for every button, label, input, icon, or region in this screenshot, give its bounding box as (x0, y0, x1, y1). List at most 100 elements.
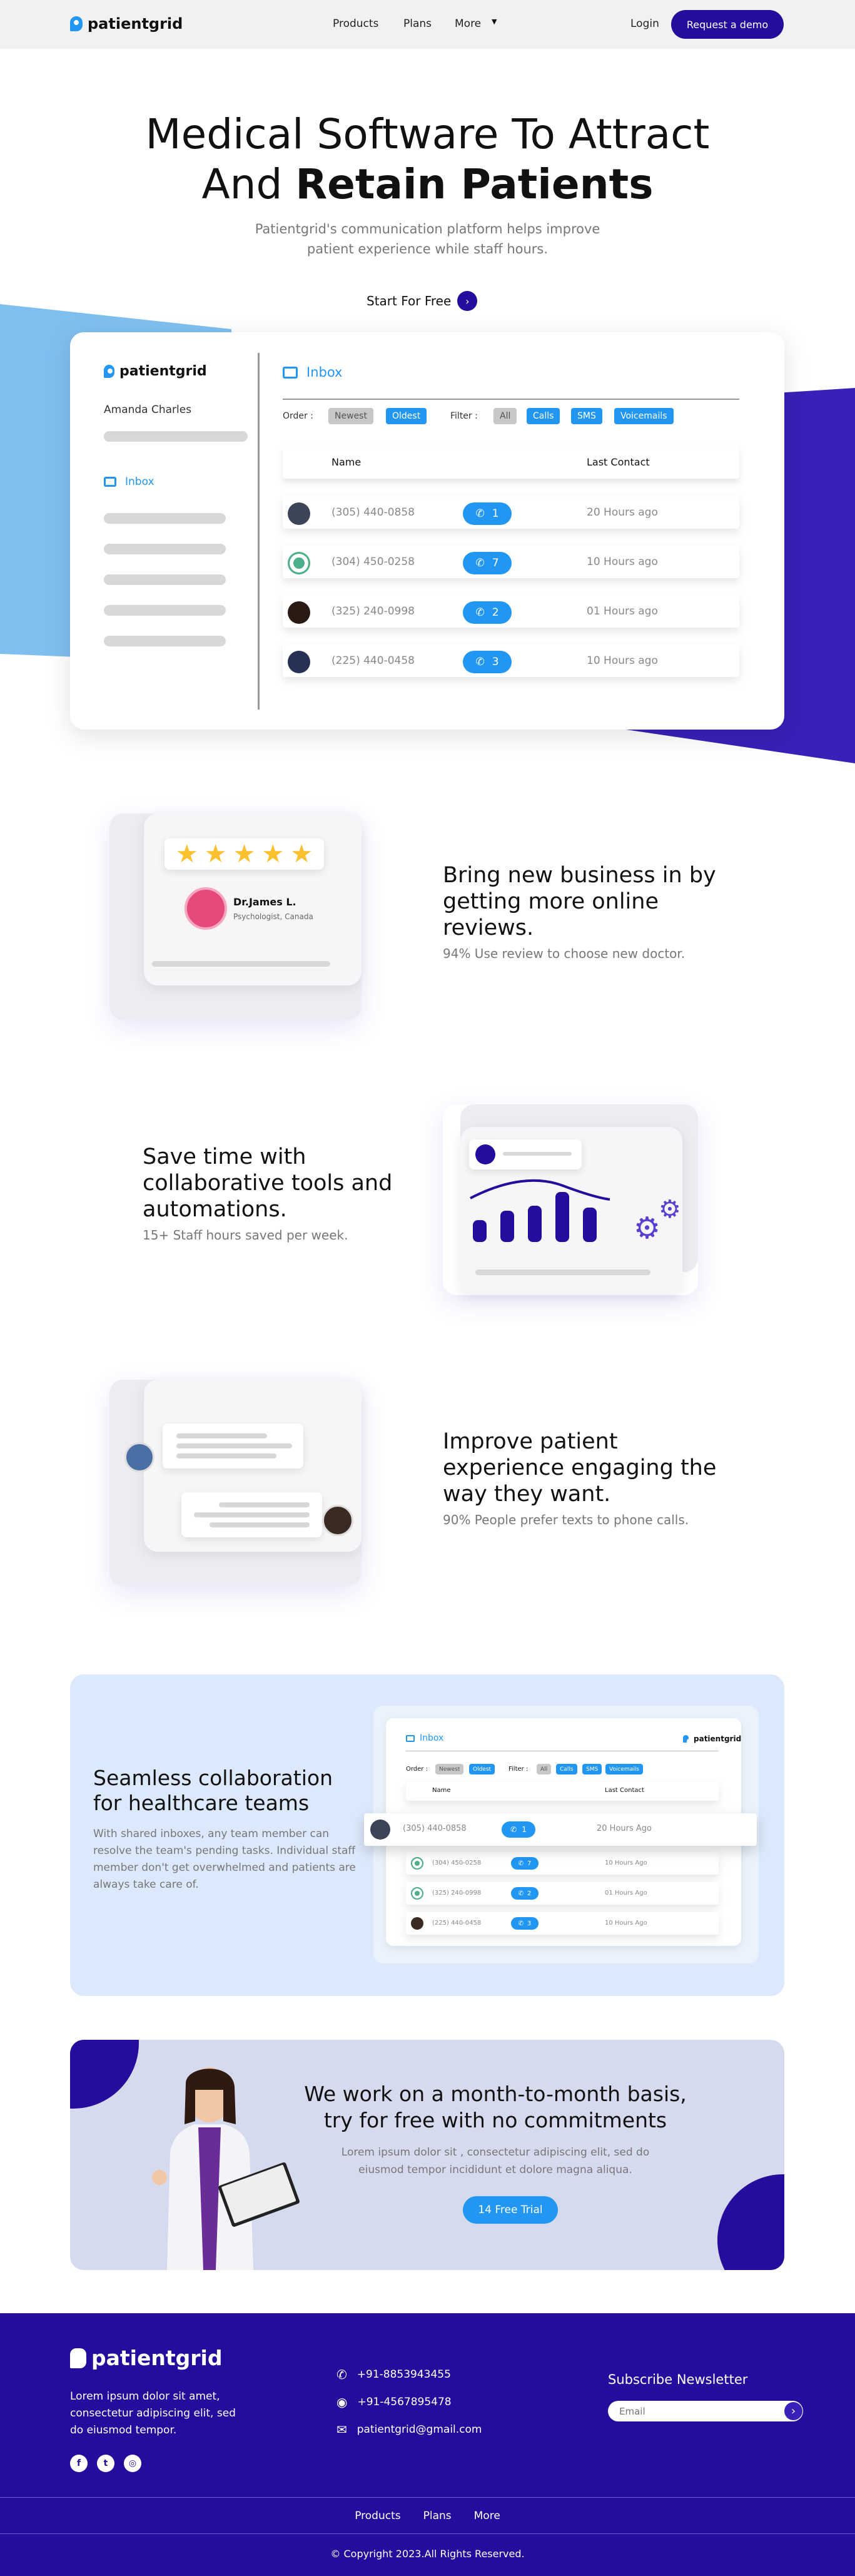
placeholder-bar (104, 513, 226, 524)
footer-divider (0, 2533, 855, 2534)
mini-filter-sms[interactable]: SMS (582, 1764, 602, 1774)
footer-email-text: patientgrid@gmail.com (357, 2423, 482, 2436)
table-row[interactable]: (305) 440-0858 ✆ 1 20 Hours ago (283, 496, 739, 529)
sidebar-item-inbox[interactable]: Inbox (104, 476, 154, 488)
gear-icon: ⚙ (634, 1211, 661, 1246)
login-link[interactable]: Login (630, 18, 659, 30)
mini-table-row[interactable]: (325) 240-0998 ✆ 2 01 Hours Ago (406, 1882, 719, 1905)
whatsapp-icon: ◉ (336, 2395, 348, 2410)
footer-link-more[interactable]: More (474, 2510, 500, 2522)
table-row[interactable]: (325) 240-0998 ✆ 2 01 Hours ago (283, 595, 739, 628)
footer-brand-logo[interactable]: patientgrid (70, 2346, 222, 2370)
top-nav: patientgrid Products Plans More ▼ Login … (0, 0, 855, 49)
call-count-pill[interactable]: ✆ 2 (463, 601, 512, 624)
nav-products[interactable]: Products (333, 18, 378, 30)
row-phone: (225) 440-0458 (331, 654, 415, 667)
filter-sms-chip[interactable]: SMS (571, 408, 602, 424)
hero-subtitle-line1: Patientgrid's communication platform hel… (255, 221, 600, 237)
free-trial-button[interactable]: 14 Free Trial (463, 2196, 558, 2224)
row-last-contact: 10 Hours ago (587, 556, 658, 568)
footer-whatsapp-text: +91-4567895478 (357, 2396, 452, 2408)
table-row[interactable]: (225) 440-0458 ✆ 3 10 Hours ago (283, 644, 739, 677)
footer-tagline-line3: do eiusmod tempor. (70, 2424, 177, 2436)
row-last-contact: 20 Hours ago (587, 506, 658, 519)
doctor-avatar (322, 1505, 353, 1536)
placeholder-bar (176, 1453, 276, 1459)
filter-calls-chip[interactable]: Calls (527, 408, 560, 424)
star-icon: ★ (233, 840, 256, 868)
order-oldest-chip[interactable]: Oldest (386, 408, 427, 424)
mini-call-pill[interactable]: ✆ 3 (511, 1917, 539, 1930)
feature-subtitle: 15+ Staff hours saved per week. (143, 1228, 348, 1243)
purple-dot (475, 1144, 495, 1164)
mini-order-newest[interactable]: Newest (435, 1764, 464, 1774)
footer-tagline: Lorem ipsum dolor sit amet, consectetur … (70, 2388, 236, 2439)
mail-icon: ✉ (336, 2422, 347, 2437)
logo-icon (70, 16, 83, 31)
footer-phone[interactable]: ✆ +91-8853943455 (336, 2367, 451, 2382)
call-count-pill[interactable]: ✆ 3 (463, 651, 512, 673)
footer-link-plans[interactable]: Plans (423, 2510, 452, 2522)
highlighted-table-row[interactable]: (305) 440-0858 ✆ 1 20 Hours Ago (364, 1813, 757, 1846)
brand-logo[interactable]: patientgrid (70, 15, 183, 33)
nav-plans[interactable]: Plans (403, 18, 432, 30)
footer-link-products[interactable]: Products (355, 2510, 400, 2522)
pricing-title: We work on a month-to-month basis, try f… (276, 2081, 714, 2134)
star-icon: ★ (261, 840, 285, 868)
call-count-pill[interactable]: ✆ 7 (463, 552, 512, 574)
highlight-row-last: 20 Hours Ago (597, 1824, 652, 1833)
avatar (411, 1857, 423, 1870)
placeholder-bar (219, 1502, 310, 1507)
newsletter-email-input[interactable] (619, 2403, 769, 2419)
app-preview-card: patientgrid Amanda Charles Inbox Inbox O… (70, 332, 784, 730)
chevron-down-icon[interactable]: ▼ (492, 18, 497, 26)
mini-row-last: 10 Hours Ago (605, 1860, 647, 1866)
instagram-icon[interactable]: ◎ (124, 2455, 141, 2472)
mini-order-oldest[interactable]: Oldest (469, 1764, 495, 1774)
collaboration-section: Seamless collaboration for healthcare te… (70, 1674, 784, 1996)
mini-row-phone: (225) 440-0458 (432, 1920, 482, 1927)
hero-title-line2-a: And (201, 160, 296, 208)
footer-email[interactable]: ✉ patientgrid@gmail.com (336, 2422, 482, 2437)
mini-call-pill[interactable]: ✆ 2 (511, 1887, 539, 1900)
gear-icon: ⚙ (659, 1195, 681, 1224)
avatar (370, 1820, 390, 1840)
facebook-icon[interactable]: f (70, 2455, 88, 2472)
mini-filter-calls[interactable]: Calls (556, 1764, 577, 1774)
doctor-role: Psychologist, Canada (233, 912, 313, 921)
highlight-call-pill[interactable]: ✆ 1 (502, 1821, 535, 1838)
logo-icon (104, 365, 114, 378)
order-newest-chip[interactable]: Newest (328, 408, 373, 424)
mini-filter-all[interactable]: All (537, 1764, 552, 1774)
filter-voicemails-chip[interactable]: Voicemails (614, 408, 674, 424)
mini-filter-voicemails[interactable]: Voicemails (605, 1764, 643, 1774)
mini-row-last: 01 Hours Ago (605, 1890, 647, 1896)
phone-icon: ✆ (518, 1920, 524, 1927)
request-demo-button[interactable]: Request a demo (671, 10, 784, 39)
placeholder-bar (104, 431, 248, 442)
newsletter-form: › (608, 2401, 803, 2421)
mini-brand-logo: patientgrid (683, 1734, 741, 1744)
nav-more[interactable]: More (455, 18, 481, 30)
table-row[interactable]: (304) 450-0258 ✆ 7 10 Hours ago (283, 546, 739, 578)
subscribe-arrow-button[interactable]: › (784, 2402, 802, 2420)
highlight-call-count: 1 (522, 1825, 527, 1834)
pricing-title-line1: We work on a month-to-month basis, (304, 2082, 687, 2106)
filter-all-chip[interactable]: All (493, 408, 517, 424)
filter-label: Filter : (450, 411, 478, 421)
pricing-body: Lorem ipsum dolor sit , consectetur adip… (276, 2144, 714, 2179)
mini-table-row[interactable]: (304) 450-0258 ✆ 7 10 Hours Ago (406, 1852, 719, 1875)
twitter-icon[interactable]: t (97, 2455, 114, 2472)
mini-call-pill[interactable]: ✆ 7 (511, 1857, 539, 1870)
hero-subtitle: Patientgrid's communication platform hel… (0, 219, 855, 259)
star-rating: ★ ★ ★ ★ ★ (164, 838, 324, 870)
inbox-icon (104, 477, 116, 487)
mini-table-row[interactable]: (225) 440-0458 ✆ 3 10 Hours Ago (406, 1912, 719, 1935)
avatar (411, 1887, 423, 1900)
inbox-icon (283, 366, 298, 379)
footer-phone-text: +91-8853943455 (357, 2368, 451, 2381)
feature-subtitle: 90% People prefer texts to phone calls. (443, 1512, 689, 1527)
call-count-pill[interactable]: ✆ 1 (463, 502, 512, 525)
feature-subtitle: 94% Use review to choose new doctor. (443, 946, 686, 961)
footer-whatsapp[interactable]: ◉ +91-4567895478 (336, 2395, 452, 2410)
